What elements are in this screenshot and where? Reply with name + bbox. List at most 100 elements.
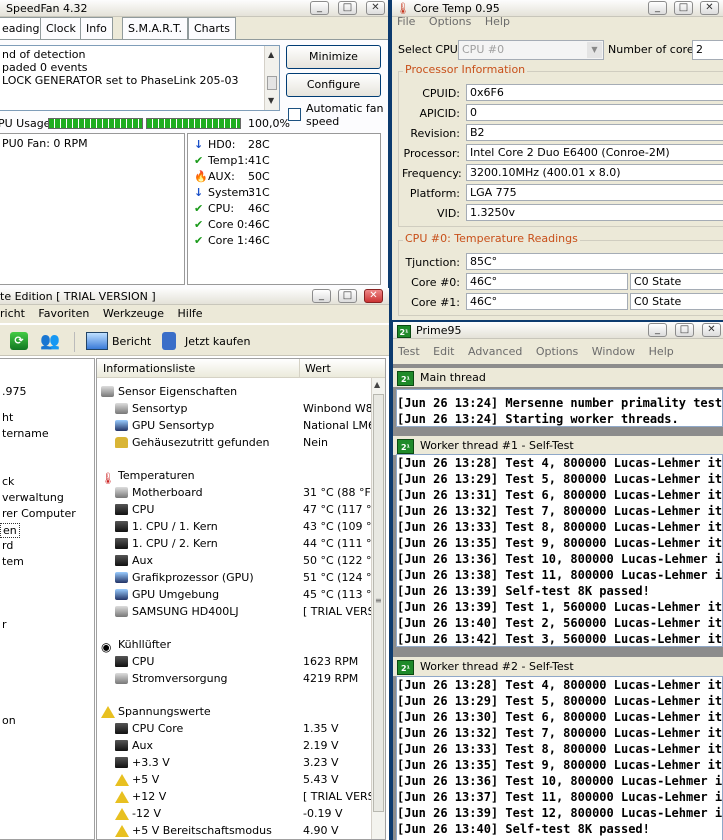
worker2-title: Worker thread #2 - Self-Test bbox=[420, 660, 574, 673]
refresh-icon[interactable]: ⟳ bbox=[10, 332, 28, 350]
tree-item[interactable]: .975 bbox=[2, 385, 27, 398]
tree-item[interactable]: rd bbox=[2, 539, 13, 552]
speedfan-titlebar[interactable]: SpeedFan 4.32 _ □ ✕ bbox=[0, 0, 388, 17]
data-row[interactable]: -12 V -0.19 V bbox=[97, 805, 373, 822]
tab-smart[interactable]: S.M.A.R.T. bbox=[122, 17, 188, 39]
data-row[interactable]: Gehäusezutritt gefunden Nein bbox=[97, 434, 373, 451]
purchase-icon[interactable] bbox=[162, 332, 176, 350]
report-icon[interactable] bbox=[86, 332, 108, 350]
maximize-icon[interactable]: □ bbox=[338, 1, 357, 15]
section-row[interactable]: Sensor Eigenschaften bbox=[97, 383, 373, 400]
data-row[interactable]: SAMSUNG HD400LJ [ TRIAL VERSI bbox=[97, 603, 373, 620]
buy-button[interactable]: Jetzt kaufen bbox=[185, 335, 250, 348]
data-row[interactable]: GPU Sensortyp National LM63 bbox=[97, 417, 373, 434]
menu-edit[interactable]: Edit bbox=[428, 343, 459, 361]
menu-advanced[interactable]: Advanced bbox=[463, 343, 527, 361]
tree-item[interactable]: r bbox=[2, 618, 7, 631]
menu-window[interactable]: Window bbox=[587, 343, 640, 361]
everest-window: te Edition [ TRIAL VERSION ] _ □ ✕ richt… bbox=[0, 288, 389, 840]
menu-werkzeuge[interactable]: Werkzeuge bbox=[98, 305, 169, 323]
menu-help[interactable]: Help bbox=[644, 343, 679, 361]
row-label: Spannungswerte bbox=[118, 705, 211, 718]
menu-hilfe[interactable]: Hilfe bbox=[173, 305, 208, 323]
cores-value: 2 bbox=[692, 40, 723, 60]
data-row[interactable]: Stromversorgung 4219 RPM bbox=[97, 670, 373, 687]
tree-item[interactable]: ht bbox=[2, 411, 13, 424]
data-row[interactable]: +12 V [ TRIAL VERSI bbox=[97, 788, 373, 805]
minimize-icon[interactable]: _ bbox=[312, 289, 331, 303]
field-value: B2 bbox=[466, 124, 723, 141]
menu-options[interactable]: Options bbox=[531, 343, 583, 361]
minimize-icon[interactable]: _ bbox=[648, 323, 667, 337]
data-row[interactable]: 1. CPU / 2. Kern 44 °C (111 °F bbox=[97, 535, 373, 552]
menu-options[interactable]: Options bbox=[424, 13, 476, 31]
row-value: 2.19 V bbox=[303, 739, 339, 752]
maximize-icon[interactable]: □ bbox=[338, 289, 357, 303]
minimize-button[interactable]: Minimize bbox=[286, 45, 381, 69]
tree-item[interactable]: tem bbox=[2, 555, 24, 568]
data-row[interactable]: +5 V 5.43 V bbox=[97, 771, 373, 788]
configure-button[interactable]: Configure bbox=[286, 73, 381, 97]
tree-item[interactable]: on bbox=[2, 714, 16, 727]
monitor-icon bbox=[115, 572, 128, 583]
data-row[interactable]: Aux 50 °C (122 °F bbox=[97, 552, 373, 569]
worker1-header[interactable]: 2¹ Worker thread #1 - Self-Test bbox=[393, 436, 723, 455]
menu-favoriten[interactable]: Favoriten bbox=[33, 305, 94, 323]
row-value: 1623 RPM bbox=[303, 655, 359, 668]
menu-help[interactable]: Help bbox=[480, 13, 515, 31]
data-row[interactable]: CPU 1623 RPM bbox=[97, 653, 373, 670]
data-row[interactable]: Grafikprozessor (GPU) 51 °C (124 °F bbox=[97, 569, 373, 586]
tree-item[interactable]: en bbox=[0, 523, 20, 538]
tab-charts[interactable]: Charts bbox=[188, 17, 236, 39]
data-row[interactable]: Aux 2.19 V bbox=[97, 737, 373, 754]
tree-item[interactable]: ck bbox=[2, 475, 14, 488]
section-row[interactable]: ◉ Kühllüfter bbox=[97, 636, 373, 654]
data-row[interactable]: CPU 47 °C (117 °F bbox=[97, 501, 373, 518]
row-value: 43 °C (109 °F bbox=[303, 520, 373, 533]
col-info-header[interactable]: Informationsliste bbox=[103, 362, 195, 375]
log-line: [Jun 26 13:40] Test 2, 560000 Lucas-Lehm… bbox=[397, 616, 722, 630]
maximize-icon[interactable]: □ bbox=[675, 323, 694, 337]
data-row[interactable]: Motherboard 31 °C (88 °F) bbox=[97, 484, 373, 501]
row-label: Gehäusezutritt gefunden bbox=[132, 436, 270, 449]
data-row[interactable]: 1. CPU / 1. Kern 43 °C (109 °F bbox=[97, 518, 373, 535]
log-scrollbar[interactable]: ▲ ▼ bbox=[264, 46, 279, 110]
info-scrollbar[interactable]: ▲ ≡ bbox=[371, 378, 385, 839]
row-label: +5 V bbox=[132, 773, 160, 786]
report-button[interactable]: Bericht bbox=[112, 335, 151, 348]
prime95-titlebar[interactable]: 2¹ Prime95 _ □ ✕ bbox=[393, 322, 723, 339]
temp-value: 31C bbox=[248, 186, 270, 199]
data-row[interactable]: CPU Core 1.35 V bbox=[97, 720, 373, 737]
col-value-header[interactable]: Wert bbox=[305, 362, 331, 375]
select-cpu-dropdown[interactable]: CPU #0 ▼ bbox=[458, 40, 604, 60]
data-row[interactable]: GPU Umgebung 45 °C (113 °F bbox=[97, 586, 373, 603]
users-icon[interactable]: 👥 bbox=[40, 332, 62, 350]
everest-titlebar[interactable]: te Edition [ TRIAL VERSION ] _ □ ✕ bbox=[0, 288, 389, 305]
tree-item[interactable]: tername bbox=[2, 427, 49, 440]
tab-clock[interactable]: Clock bbox=[40, 17, 82, 39]
monitor-icon bbox=[115, 589, 128, 600]
section-row[interactable]: 🌡 Temperaturen bbox=[97, 467, 373, 485]
menu-test[interactable]: Test bbox=[393, 343, 425, 361]
log-line: paded 0 events bbox=[2, 61, 88, 74]
menu-file[interactable]: File bbox=[392, 13, 420, 31]
minimize-icon[interactable]: _ bbox=[310, 1, 329, 15]
tjunction-value: 85C° bbox=[466, 253, 723, 270]
data-row[interactable]: +5 V Bereitschaftsmodus 4.90 V bbox=[97, 822, 373, 839]
tree-item[interactable]: verwaltung bbox=[2, 491, 64, 504]
row-label: 1. CPU / 1. Kern bbox=[132, 520, 218, 533]
close-icon[interactable]: ✕ bbox=[702, 323, 721, 337]
worker2-header[interactable]: 2¹ Worker thread #2 - Self-Test bbox=[393, 657, 723, 676]
close-icon[interactable]: ✕ bbox=[366, 1, 385, 15]
tab-info[interactable]: Info bbox=[80, 17, 113, 39]
tree-item[interactable]: rer Computer bbox=[2, 507, 76, 520]
menu-bericht[interactable]: richt bbox=[0, 305, 30, 323]
close-icon[interactable]: ✕ bbox=[364, 289, 383, 303]
row-value: 31 °C (88 °F) bbox=[303, 486, 373, 499]
main-thread-header[interactable]: 2¹ Main thread bbox=[393, 368, 723, 387]
temp-value: 28C bbox=[248, 138, 270, 151]
data-row[interactable]: +3.3 V 3.23 V bbox=[97, 754, 373, 771]
section-row[interactable]: Spannungswerte bbox=[97, 703, 373, 720]
chevron-down-icon[interactable]: ▼ bbox=[587, 42, 602, 58]
data-row[interactable]: Sensortyp Winbond W83 bbox=[97, 400, 373, 417]
